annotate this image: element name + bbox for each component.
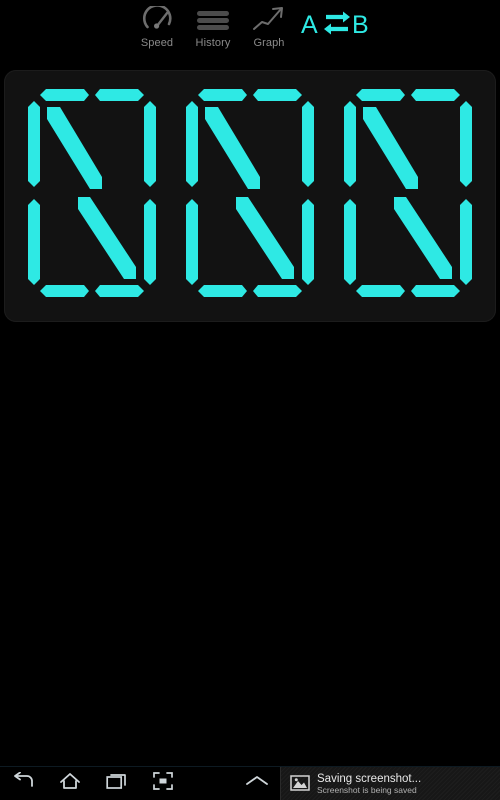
segment-f: [186, 101, 198, 187]
segment-b: [302, 101, 314, 187]
segment-f: [28, 101, 40, 187]
tab-graph[interactable]: Graph: [241, 4, 297, 58]
segment-d1: [40, 285, 89, 297]
nav-screenshot-button[interactable]: [140, 767, 187, 800]
notification-subtitle: Screenshot is being saved: [317, 784, 417, 795]
segment-h: [363, 107, 418, 189]
a-b-swap-icon: A B: [300, 7, 369, 46]
nav-back-button[interactable]: [0, 767, 47, 800]
recent-apps-icon: [106, 772, 128, 795]
segment-a1: [198, 89, 247, 101]
lcd-display-panel[interactable]: [4, 70, 496, 322]
lcd-digit-row: [4, 70, 496, 322]
nav-button-group: [0, 767, 280, 800]
segment-f: [344, 101, 356, 187]
content-empty-area: [0, 322, 500, 766]
lcd-digit: [16, 85, 168, 307]
segment-e: [344, 199, 356, 285]
segment-e: [186, 199, 198, 285]
tab-history[interactable]: History: [185, 4, 241, 58]
segment-c: [144, 199, 156, 285]
tab-history-label: History: [195, 37, 231, 49]
segment-d2: [253, 285, 302, 297]
tab-graph-label: Graph: [253, 37, 285, 49]
ab-letter-b: B: [352, 11, 368, 39]
nav-recents-button[interactable]: [93, 767, 140, 800]
segment-d1: [198, 285, 247, 297]
segment-h: [47, 107, 102, 189]
image-file-icon: [290, 774, 310, 794]
notification-saving-screenshot[interactable]: Saving screenshot... Screenshot is being…: [280, 766, 500, 800]
segment-m: [236, 197, 294, 279]
nav-home-button[interactable]: [47, 767, 94, 800]
fourteen-segment-glyph: [28, 89, 156, 297]
notification-text: Saving screenshot... Screenshot is being…: [317, 773, 421, 795]
tab-speed-label: Speed: [140, 37, 174, 49]
segment-d2: [95, 285, 144, 297]
fourteen-segment-glyph: [344, 89, 472, 297]
lcd-digit: [332, 85, 484, 307]
ab-letter-a: A: [301, 11, 318, 39]
segment-h: [205, 107, 260, 189]
segment-a1: [40, 89, 89, 101]
nav-expand-button[interactable]: [233, 767, 280, 800]
app-root: Speed History Graph A B Saving screensho…: [0, 0, 500, 800]
speedometer-icon: [142, 4, 172, 36]
segment-b: [144, 101, 156, 187]
trend-up-arrow-icon: [252, 4, 286, 36]
ab-swap-button[interactable]: A B: [297, 4, 371, 58]
notification-title: Saving screenshot...: [317, 772, 422, 785]
segment-m: [78, 197, 136, 279]
segment-a2: [95, 89, 144, 101]
lcd-digit: [174, 85, 326, 307]
chevron-up-icon: [245, 774, 269, 793]
fourteen-segment-glyph: [186, 89, 314, 297]
top-toolbar: Speed History Graph A B: [0, 0, 500, 60]
segment-e: [28, 199, 40, 285]
segment-d1: [356, 285, 405, 297]
list-lines-icon: [196, 4, 230, 36]
segment-a2: [411, 89, 460, 101]
segment-b: [460, 101, 472, 187]
tab-speed[interactable]: Speed: [129, 4, 185, 58]
system-navigation-bar: Saving screenshot... Screenshot is being…: [0, 766, 500, 800]
home-icon: [59, 772, 81, 796]
segment-d2: [411, 285, 460, 297]
back-arrow-icon: [12, 771, 34, 795]
segment-c: [302, 199, 314, 285]
segment-a2: [253, 89, 302, 101]
segment-m: [394, 197, 452, 279]
segment-a1: [356, 89, 405, 101]
segment-c: [460, 199, 472, 285]
screenshot-capture-icon: [153, 772, 174, 795]
